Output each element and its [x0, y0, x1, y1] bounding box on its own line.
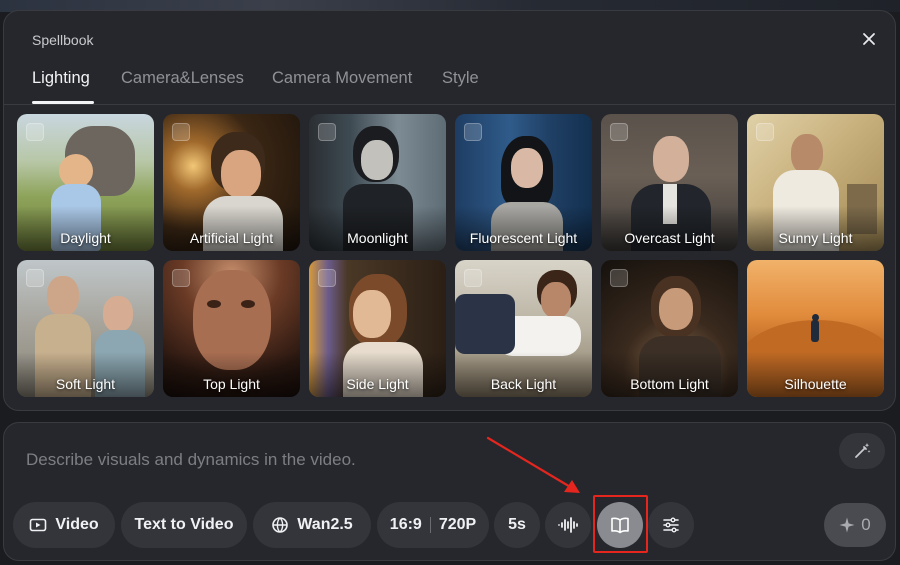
- annotation-arrow-icon: [486, 436, 580, 493]
- preset-card-daylight[interactable]: Daylight: [17, 114, 154, 251]
- preset-card-moonlight[interactable]: Moonlight: [309, 114, 446, 251]
- prompt-input[interactable]: [26, 447, 806, 473]
- preset-card-overcast-light[interactable]: Overcast Light: [601, 114, 738, 251]
- select-checkbox[interactable]: [172, 123, 190, 141]
- preset-card-silhouette[interactable]: Silhouette: [747, 260, 884, 397]
- active-tab-indicator: [32, 101, 94, 104]
- video-icon: [30, 518, 47, 532]
- preset-card-back-light[interactable]: Back Light: [455, 260, 592, 397]
- magic-wand-icon: [855, 443, 871, 458]
- aspect-resolution-button[interactable]: 16:9 720P: [377, 502, 489, 548]
- preset-label: Fluorescent Light: [469, 230, 578, 246]
- credits-label: 0: [861, 515, 871, 534]
- aspect-ratio-label: 16:9: [389, 516, 422, 533]
- mode-video-button[interactable]: Video: [13, 502, 115, 548]
- audio-waveform-icon: [558, 517, 578, 533]
- preset-card-sunny-light[interactable]: Sunny Light: [747, 114, 884, 251]
- duration-label: 5s: [508, 516, 526, 533]
- generate-button[interactable]: 0: [824, 503, 886, 547]
- preset-label: Back Light: [490, 376, 557, 392]
- preset-card-soft-light[interactable]: Soft Light: [17, 260, 154, 397]
- preset-grid: Daylight Artificial Light Moonlight Fluo…: [17, 114, 884, 397]
- model-select-button[interactable]: Wan2.5: [253, 502, 371, 548]
- select-checkbox[interactable]: [318, 269, 336, 287]
- generation-type-label: Text to Video: [134, 516, 234, 533]
- preset-card-side-light[interactable]: Side Light: [309, 260, 446, 397]
- highlight-annotation-box: [593, 495, 648, 553]
- close-button[interactable]: [857, 27, 881, 51]
- select-checkbox[interactable]: [464, 269, 482, 287]
- audio-button[interactable]: [545, 502, 591, 548]
- preset-label: Top Light: [203, 376, 260, 392]
- select-checkbox[interactable]: [610, 269, 628, 287]
- tab-camera-lenses[interactable]: Camera&Lenses: [121, 69, 244, 88]
- preset-label: Soft Light: [55, 376, 116, 392]
- preset-card-bottom-light[interactable]: Bottom Light: [601, 260, 738, 397]
- select-checkbox[interactable]: [26, 269, 44, 287]
- tab-camera-movement[interactable]: Camera Movement: [272, 69, 412, 88]
- resolution-label: 720P: [438, 516, 477, 533]
- tab-bar: Lighting Camera&Lenses Camera Movement S…: [4, 61, 895, 105]
- duration-button[interactable]: 5s: [494, 502, 540, 548]
- select-checkbox[interactable]: [756, 123, 774, 141]
- preset-card-fluorescent-light[interactable]: Fluorescent Light: [455, 114, 592, 251]
- divider: [429, 517, 431, 533]
- preset-label: Overcast Light: [624, 230, 715, 246]
- spellbook-panel: Spellbook Lighting Camera&Lenses Camera …: [3, 10, 896, 411]
- select-checkbox[interactable]: [464, 123, 482, 141]
- select-checkbox[interactable]: [172, 269, 190, 287]
- preset-label: Artificial Light: [189, 230, 274, 246]
- select-checkbox[interactable]: [610, 123, 628, 141]
- preset-card-top-light[interactable]: Top Light: [163, 260, 300, 397]
- preset-label: Sunny Light: [778, 230, 853, 246]
- generation-type-button[interactable]: Text to Video: [121, 502, 247, 548]
- select-checkbox[interactable]: [318, 123, 336, 141]
- preset-label: Moonlight: [347, 230, 408, 246]
- close-icon: [863, 33, 875, 45]
- globe-icon: [272, 517, 289, 533]
- tab-lighting[interactable]: Lighting: [32, 69, 90, 88]
- model-label: Wan2.5: [297, 516, 353, 533]
- sparkle-icon: [839, 517, 855, 533]
- enhance-prompt-button[interactable]: [839, 433, 885, 469]
- panel-title: Spellbook: [32, 32, 94, 48]
- select-checkbox[interactable]: [26, 123, 44, 141]
- settings-button[interactable]: [648, 502, 694, 548]
- preset-label: Silhouette: [784, 376, 847, 392]
- preset-label: Side Light: [346, 376, 409, 392]
- preset-label: Bottom Light: [630, 376, 709, 392]
- preset-card-artificial-light[interactable]: Artificial Light: [163, 114, 300, 251]
- tab-style[interactable]: Style: [442, 69, 479, 88]
- sliders-icon: [663, 517, 679, 533]
- mode-label: Video: [55, 516, 99, 533]
- preset-label: Daylight: [60, 230, 111, 246]
